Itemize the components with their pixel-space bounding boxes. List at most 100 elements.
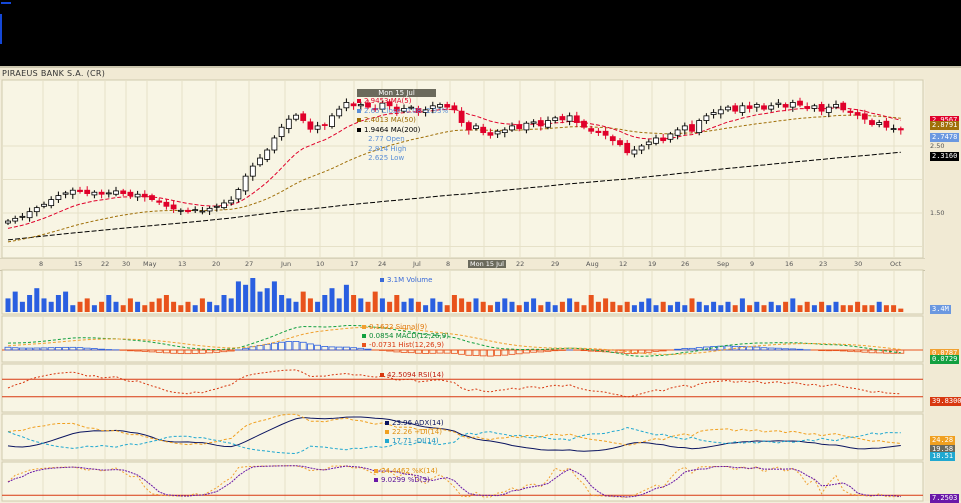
candle	[106, 193, 111, 194]
macd-hist-bar	[826, 350, 832, 351]
macd-badge: 0.0729	[930, 355, 959, 364]
macd-legend: 0.1622 Signal(9) 0.0854 MACD(12,26,9) -0…	[362, 323, 449, 350]
volume-bar	[114, 302, 119, 312]
tooltip-row-text: 2.4013 MA(50)	[364, 116, 416, 124]
tooltip-row: 2.4013 MA(50)	[357, 116, 436, 126]
x-tick-label: 10	[316, 260, 324, 268]
candle	[582, 121, 587, 127]
candle	[855, 113, 860, 116]
candle	[351, 104, 356, 106]
volume-bar	[236, 281, 241, 312]
candle	[898, 129, 903, 130]
candle	[682, 126, 687, 130]
volume-bar	[409, 298, 414, 312]
volume-bar	[193, 305, 198, 312]
volume-bar	[639, 302, 644, 312]
tooltip-row: 1.9464 MA(200)	[357, 126, 436, 136]
macd-hist-bar	[819, 350, 825, 351]
volume-bar	[697, 302, 702, 312]
x-tick-label: 8	[39, 260, 43, 268]
volume-bar	[150, 302, 155, 312]
volume-bar	[747, 305, 752, 312]
volume-panel[interactable]	[0, 270, 925, 314]
stochastic-panel[interactable]	[0, 462, 925, 501]
volume-bar	[488, 305, 493, 312]
candle	[654, 138, 659, 143]
candle	[200, 211, 205, 212]
volume-bar	[553, 305, 558, 312]
candle	[603, 131, 608, 135]
ma-200-badge: 2.3160	[930, 152, 959, 161]
volume-bar	[632, 305, 637, 312]
candle	[639, 146, 644, 150]
x-tick-label: 9	[750, 260, 754, 268]
minus-di-badge: 18.51	[930, 452, 955, 461]
tooltip-row: 2.65 Close -0.08 -2.93%	[357, 107, 436, 117]
volume-bar	[718, 305, 723, 312]
legend-text: 22.26 +DI(14)	[392, 428, 442, 436]
macd-panel[interactable]	[0, 316, 925, 362]
x-tick-label: 29	[551, 260, 559, 268]
volume-bar	[474, 298, 479, 312]
volume-bar	[351, 295, 356, 312]
candle	[286, 119, 291, 128]
chart-title: PIRAEUS BANK S.A. (CR)	[2, 69, 105, 78]
x-tick-label: 27	[245, 260, 253, 268]
volume-bar	[841, 305, 846, 312]
legend-text: -0.0731 Hist(12,26,9)	[369, 341, 444, 349]
volume-bar	[78, 302, 83, 312]
volume-bar	[517, 305, 522, 312]
crosshair-tooltip: Mon 15 Jul 2.9453 MA(5)2.65 Close -0.08 …	[357, 89, 436, 164]
candle	[222, 203, 227, 208]
candle	[258, 158, 263, 165]
price-chart[interactable]	[0, 80, 925, 258]
volume-bar	[106, 295, 111, 312]
candle	[776, 103, 781, 104]
candle	[632, 150, 637, 154]
x-tick-label: 30	[122, 260, 130, 268]
x-tick-label: 16	[785, 260, 793, 268]
volume-bar	[402, 302, 407, 312]
x-tick-label: Oct	[890, 260, 901, 268]
candle	[495, 131, 500, 134]
volume-bar	[121, 305, 126, 312]
adx-panel[interactable]	[0, 414, 925, 460]
candle	[344, 102, 349, 107]
candle	[265, 150, 270, 159]
candle	[690, 125, 695, 132]
legend-text: 23.96 ADX(14)	[392, 419, 444, 427]
candle	[862, 114, 867, 119]
candle	[452, 106, 457, 110]
candle	[85, 190, 90, 193]
candle	[618, 141, 623, 145]
rsi-panel[interactable]	[0, 364, 925, 412]
candle	[178, 210, 183, 211]
candle	[92, 192, 97, 195]
candle	[762, 106, 767, 109]
candle	[596, 131, 601, 132]
macd-hist-bar	[127, 350, 133, 351]
volume-bar	[711, 302, 716, 312]
candle	[819, 104, 824, 111]
tooltip-row: 2.9453 MA(5)	[357, 97, 436, 107]
volume-bar	[294, 302, 299, 312]
candle	[560, 117, 565, 120]
volume-bar	[178, 305, 183, 312]
candle	[798, 101, 803, 105]
y-tick-label: 2.50	[930, 142, 944, 150]
plus-di-badge: 24.28	[930, 436, 955, 445]
x-tick-label: 26	[681, 260, 689, 268]
tooltip-row: 2.77 Open	[357, 135, 436, 145]
candle	[214, 206, 219, 207]
x-tick-label: 24	[378, 260, 386, 268]
volume-bar	[654, 305, 659, 312]
volume-bar	[34, 288, 39, 312]
tooltip-row-text: 2.77 Open	[368, 135, 405, 143]
panel-background	[2, 414, 923, 460]
volume-bar	[603, 298, 608, 312]
candle	[841, 103, 846, 110]
chart-title-bar: PIRAEUS BANK S.A. (CR)	[0, 66, 961, 80]
candle	[164, 202, 169, 206]
volume-bar	[322, 295, 327, 312]
volume-bar	[308, 298, 313, 312]
